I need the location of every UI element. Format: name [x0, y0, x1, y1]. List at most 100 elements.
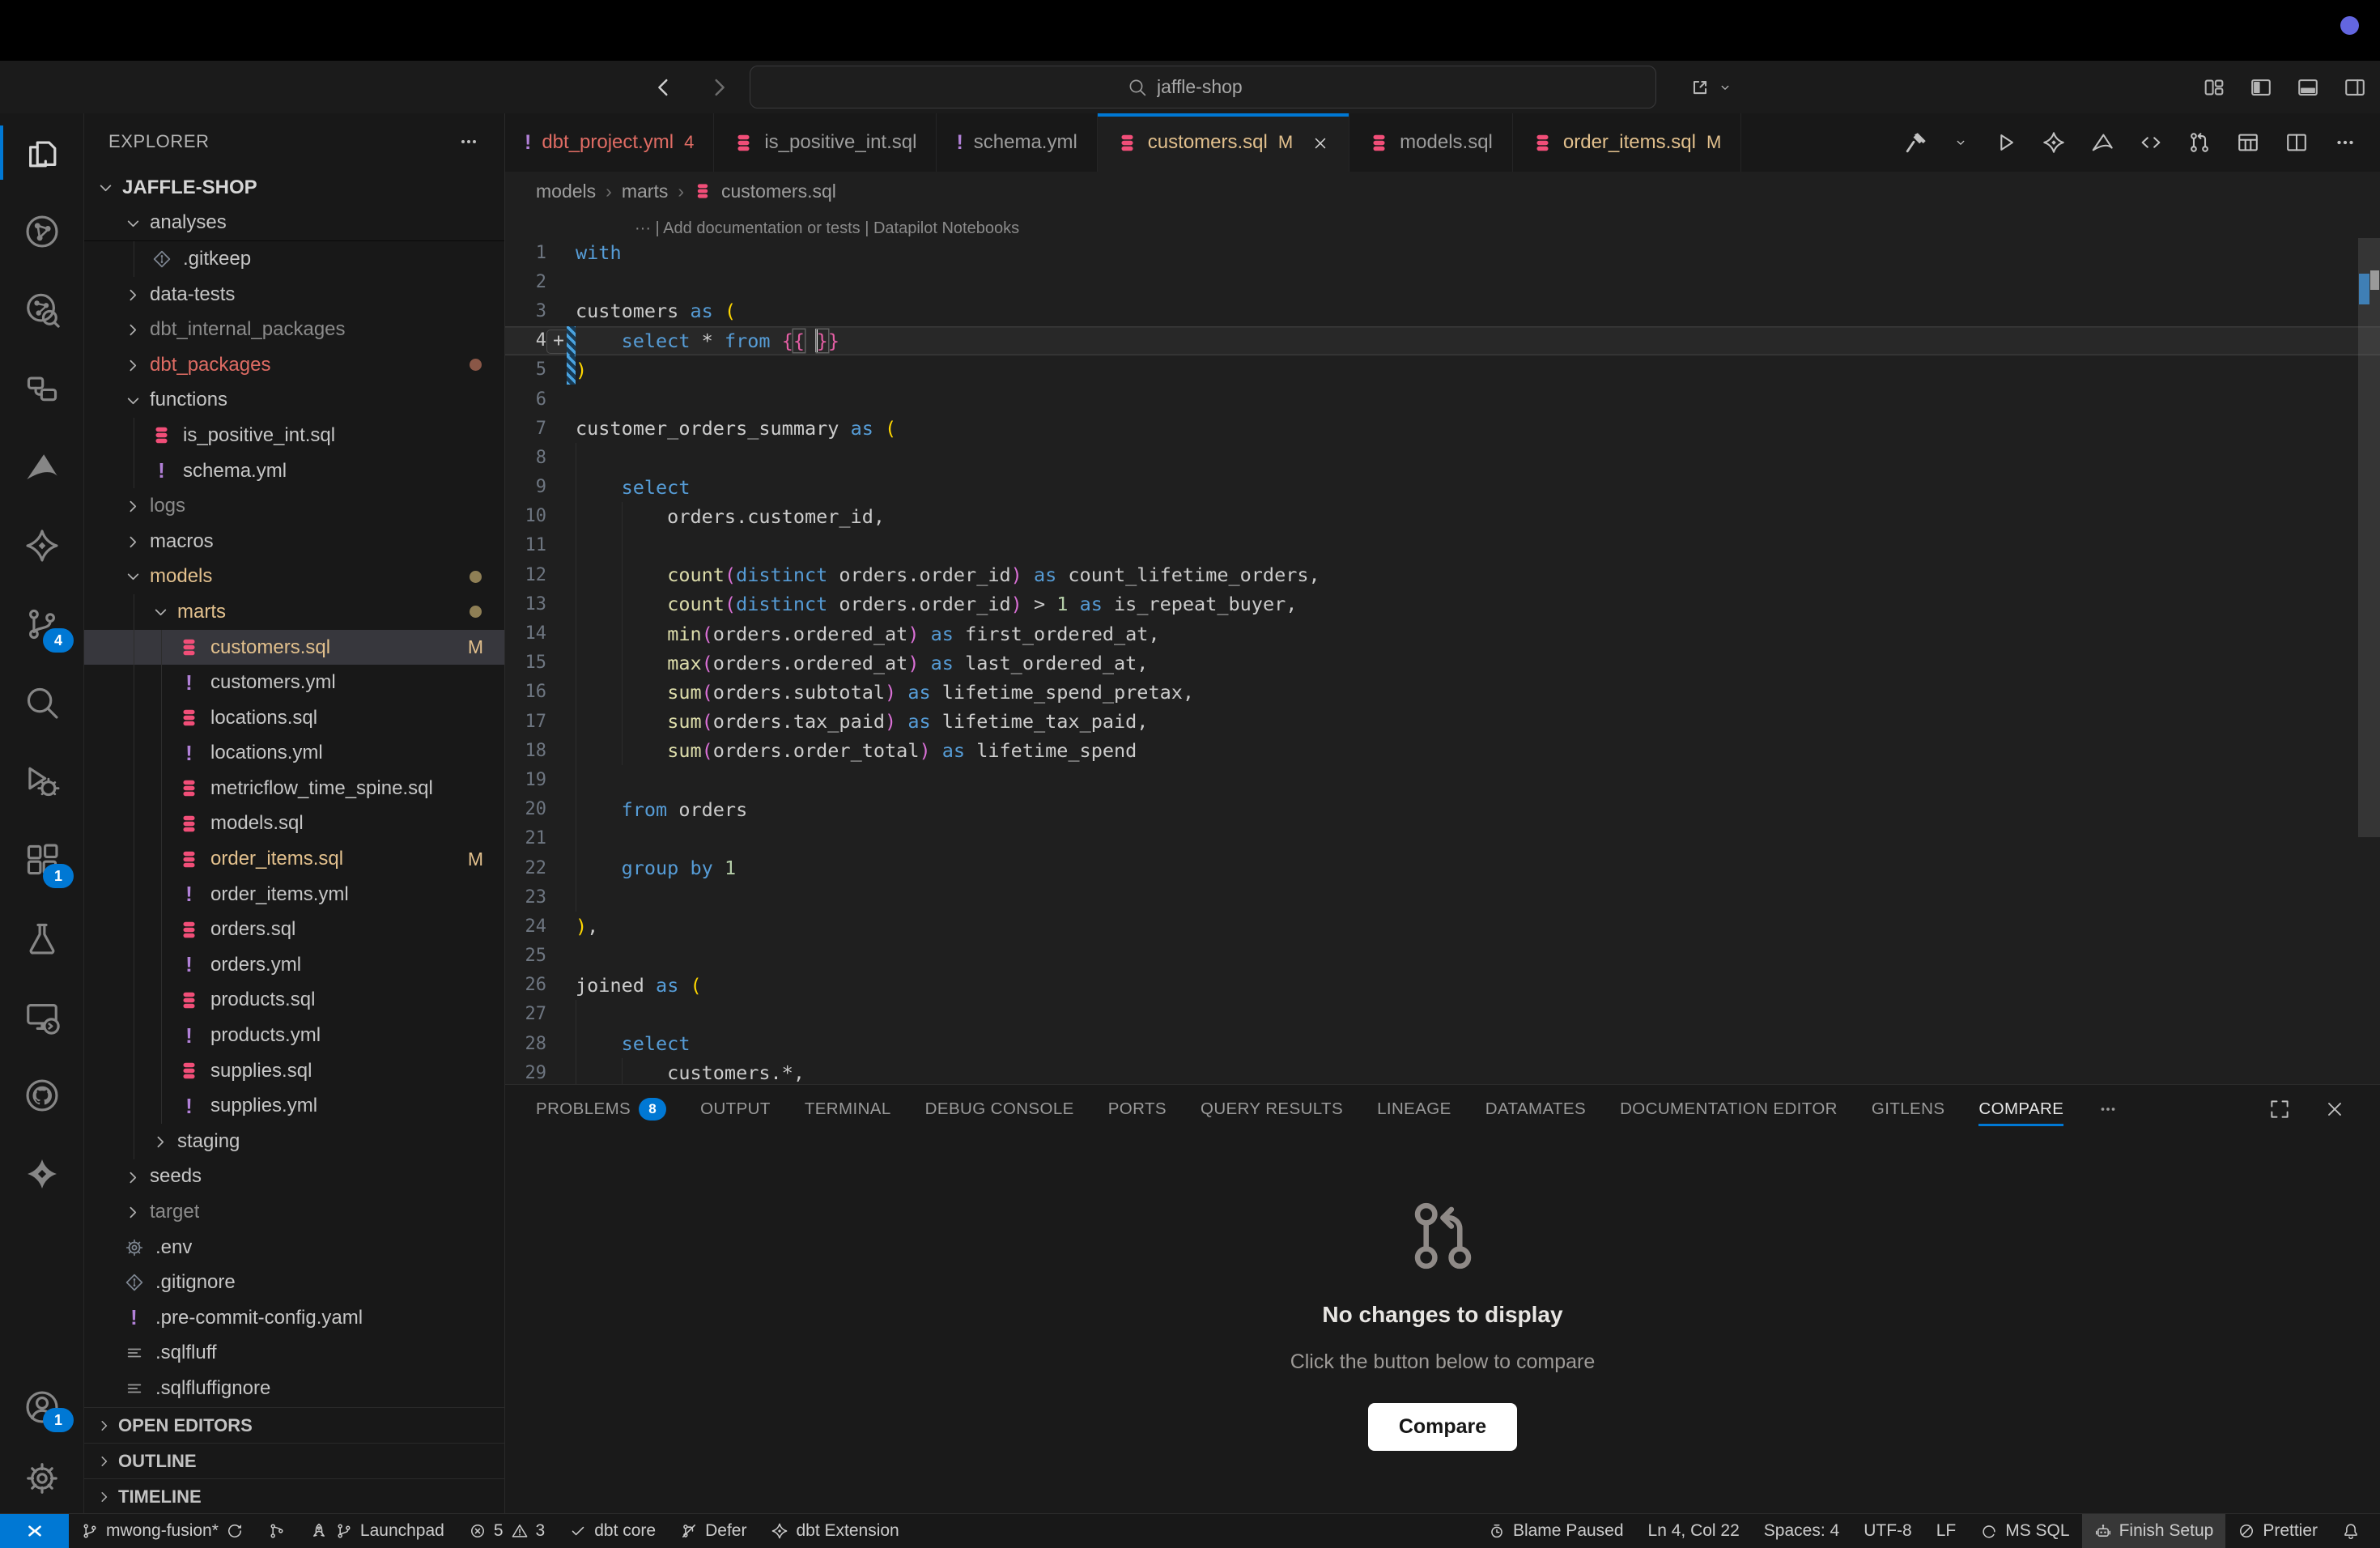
- tree-item-customers-yml[interactable]: !customers.yml: [84, 665, 504, 700]
- line-number[interactable]: 8: [505, 448, 546, 468]
- tab-models-sql[interactable]: models.sql: [1349, 113, 1513, 172]
- line-number[interactable]: 18: [505, 741, 546, 761]
- status-branch[interactable]: mwong-fusion*: [69, 1514, 256, 1548]
- line-number[interactable]: 21: [505, 828, 546, 848]
- breadcrumb-item[interactable]: customers.sql: [721, 181, 836, 202]
- tree-item-models[interactable]: models: [84, 559, 504, 595]
- activity-run-debug[interactable]: [0, 742, 83, 820]
- editor-action-more[interactable]: [2333, 130, 2357, 155]
- code-line-27[interactable]: 27: [505, 1000, 2380, 1029]
- tree-item--gitignore[interactable]: .gitignore: [84, 1265, 504, 1300]
- activity-search[interactable]: [0, 663, 83, 742]
- tree-item-macros[interactable]: macros: [84, 524, 504, 559]
- status-launchpad[interactable]: Launchpad: [298, 1514, 457, 1548]
- line-number[interactable]: 13: [505, 594, 546, 615]
- code-line-10[interactable]: 10 orders.customer_id,: [505, 502, 2380, 531]
- line-number[interactable]: 1: [505, 243, 546, 263]
- activity-accounts[interactable]: 1: [0, 1372, 83, 1443]
- tree-item-schema-yml[interactable]: !schema.yml: [84, 453, 504, 489]
- code-line-15[interactable]: 15 max(orders.ordered_at) as last_ordere…: [505, 649, 2380, 678]
- code-line-22[interactable]: 22 group by 1: [505, 853, 2380, 882]
- status-dbt-extension[interactable]: dbt Extension: [759, 1514, 911, 1548]
- line-number[interactable]: 22: [505, 858, 546, 878]
- line-number[interactable]: 7: [505, 419, 546, 439]
- tree-item-jaffle-shop[interactable]: JAFFLE-SHOP: [84, 170, 504, 206]
- status-blame[interactable]: Blame Paused: [1476, 1514, 1636, 1548]
- code-line-24[interactable]: 24),: [505, 912, 2380, 941]
- code-line-16[interactable]: 16 sum(orders.subtotal) as lifetime_spen…: [505, 678, 2380, 707]
- nav-back-button[interactable]: [652, 75, 676, 100]
- status-notifications[interactable]: [2330, 1514, 2372, 1548]
- line-number[interactable]: 27: [505, 1004, 546, 1024]
- panel-tab-datamates[interactable]: DATAMATES: [1485, 1085, 1586, 1133]
- editor-action-split[interactable]: [2284, 130, 2309, 155]
- tree-item-staging[interactable]: staging: [84, 1124, 504, 1159]
- editor-action-hammer[interactable]: [1904, 130, 1928, 155]
- line-number[interactable]: 29: [505, 1063, 546, 1083]
- section-outline[interactable]: OUTLINE: [84, 1443, 504, 1478]
- activity-lineage-search[interactable]: [0, 270, 83, 349]
- activity-remote-explorer[interactable]: [0, 977, 83, 1056]
- open-remote-window-control[interactable]: [1688, 61, 1733, 113]
- line-number[interactable]: 20: [505, 799, 546, 819]
- line-number[interactable]: 12: [505, 565, 546, 585]
- section-open-editors[interactable]: OPEN EDITORS: [84, 1407, 504, 1443]
- line-number[interactable]: 23: [505, 887, 546, 908]
- tab-order-items-sql[interactable]: order_items.sqlM: [1513, 113, 1741, 172]
- panel-tab-debug-console[interactable]: DEBUG CONSOLE: [925, 1085, 1074, 1133]
- customize-layout-button[interactable]: [2202, 75, 2226, 100]
- scrollbar-slider[interactable]: [2358, 238, 2380, 837]
- panel-tab-problems[interactable]: PROBLEMS8: [536, 1085, 666, 1133]
- editor-scrollbar[interactable]: [2358, 238, 2380, 1084]
- activity-dbt-alt[interactable]: [0, 1134, 83, 1213]
- line-number[interactable]: 11: [505, 535, 546, 555]
- tree-item-seeds[interactable]: seeds: [84, 1159, 504, 1195]
- tab-is-positive-int-sql[interactable]: is_positive_int.sql: [714, 113, 937, 172]
- tree-item-target[interactable]: target: [84, 1194, 504, 1230]
- line-number[interactable]: 19: [505, 770, 546, 790]
- code-line-1[interactable]: 1with: [505, 238, 2380, 267]
- tree-item--env[interactable]: .env: [84, 1230, 504, 1265]
- code-line-6[interactable]: 6: [505, 385, 2380, 414]
- line-number[interactable]: 16: [505, 682, 546, 702]
- tree-item--sqlfluff[interactable]: .sqlfluff: [84, 1336, 504, 1372]
- tree-item-products-yml[interactable]: !products.yml: [84, 1018, 504, 1053]
- tree-item-metricflow-time-spine-sql[interactable]: metricflow_time_spine.sql: [84, 771, 504, 806]
- activity-datapilot[interactable]: [0, 427, 83, 506]
- status-dbt-core[interactable]: dbt core: [557, 1514, 668, 1548]
- code-line-8[interactable]: 8: [505, 443, 2380, 472]
- code-line-14[interactable]: 14 min(orders.ordered_at) as first_order…: [505, 619, 2380, 648]
- tab-dbt-project-yml[interactable]: !dbt_project.yml4: [505, 113, 714, 172]
- close-panel-button[interactable]: [2323, 1098, 2346, 1121]
- tree-item-dbt-packages[interactable]: dbt_packages: [84, 347, 504, 383]
- status-finish-setup[interactable]: Finish Setup: [2082, 1514, 2226, 1548]
- editor-action-dbt-star[interactable]: [2042, 130, 2066, 155]
- section-timeline[interactable]: TIMELINE: [84, 1478, 504, 1514]
- tree-item-locations-sql[interactable]: locations.sql: [84, 700, 504, 736]
- code-line-20[interactable]: 20 from orders: [505, 795, 2380, 824]
- nav-forward-button[interactable]: [707, 75, 731, 100]
- code-line-18[interactable]: 18 sum(orders.order_total) as lifetime_s…: [505, 736, 2380, 765]
- panel-more-tabs[interactable]: [2097, 1085, 2119, 1133]
- tree-item-order-items-sql[interactable]: order_items.sqlM: [84, 841, 504, 877]
- tree-item-supplies-sql[interactable]: supplies.sql: [84, 1053, 504, 1089]
- search-input[interactable]: [1157, 76, 1278, 98]
- toggle-secondary-sidebar-button[interactable]: [2343, 75, 2367, 100]
- explorer-more-actions-icon[interactable]: [457, 130, 480, 153]
- tree-item-data-tests[interactable]: data-tests: [84, 277, 504, 313]
- code-line-28[interactable]: 28 select: [505, 1029, 2380, 1058]
- code-line-21[interactable]: 21: [505, 824, 2380, 853]
- activity-lineage[interactable]: [0, 192, 83, 270]
- tree-item-customers-sql[interactable]: customers.sqlM: [84, 630, 504, 666]
- code-line-3[interactable]: 3customers as (: [505, 296, 2380, 325]
- code-line-19[interactable]: 19: [505, 765, 2380, 794]
- editor-action-chev-sd[interactable]: [1953, 134, 1969, 151]
- code-line-29[interactable]: 29 customers.*,: [505, 1058, 2380, 1084]
- code-line-17[interactable]: 17 sum(orders.tax_paid) as lifetime_tax_…: [505, 707, 2380, 736]
- toggle-panel-button[interactable]: [2296, 75, 2320, 100]
- status-cursor-position[interactable]: Ln 4, Col 22: [1636, 1514, 1752, 1548]
- code-line-11[interactable]: 11: [505, 531, 2380, 560]
- tree-item-dbt-internal-packages[interactable]: dbt_internal_packages: [84, 312, 504, 347]
- tab-schema-yml[interactable]: !schema.yml: [937, 113, 1097, 172]
- editor-action-play[interactable]: [1993, 130, 2017, 155]
